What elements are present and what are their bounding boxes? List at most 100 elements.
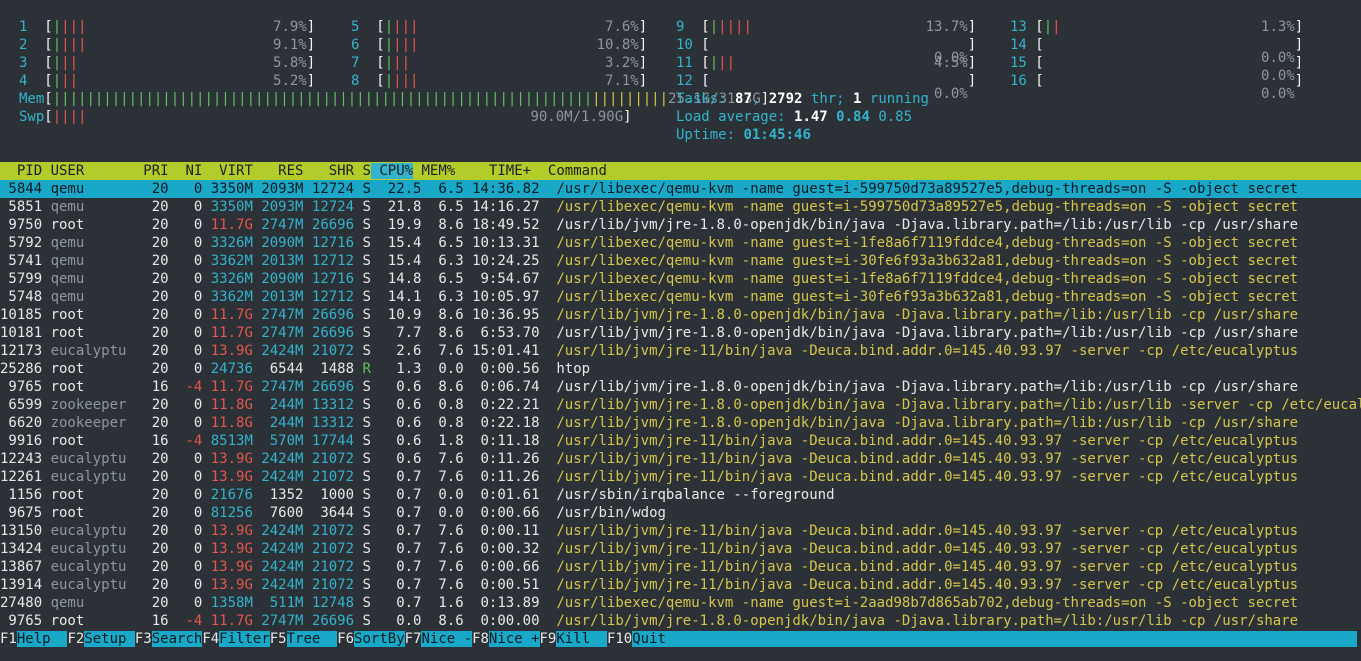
process-row[interactable]: 12243 eucalyptu 20 0 13.9G 2424M 21072 S… <box>0 450 1361 468</box>
cpu-percent: 0.6 <box>370 415 422 431</box>
function-key-f7[interactable]: F7Nice - <box>405 631 473 647</box>
cpu-percent: 5.2% <box>273 73 307 89</box>
column-header-pid[interactable]: PID <box>0 163 51 179</box>
process-row[interactable]: 9750 root 20 0 11.7G 2747M 26696 S 19.9 … <box>0 216 1361 234</box>
column-header-pri[interactable]: PRI <box>126 163 168 179</box>
shr: 26696 <box>303 613 355 629</box>
res: 2747M <box>252 217 304 233</box>
column-header-shr[interactable]: SHR <box>303 163 354 179</box>
virt: 13.9G <box>202 559 253 575</box>
process-row[interactable]: 9765 root 16 -4 11.7G 2747M 26696 S 0.6 … <box>0 378 1361 396</box>
column-header-cpu-[interactable]: CPU% <box>370 163 414 179</box>
fkey-label-help[interactable]: Help <box>16 631 68 647</box>
column-header-time-[interactable]: TIME+ <box>455 163 531 179</box>
fkey-label-nice[interactable]: Nice - <box>421 631 473 647</box>
process-row[interactable]: 5748 qemu 20 0 3362M 2013M 12712 S 14.1 … <box>0 288 1361 306</box>
bar-red: ||| <box>61 37 87 53</box>
mem-percent: 7.6 <box>421 577 464 593</box>
bar-red: || <box>61 73 79 89</box>
fkey-label-tree[interactable]: Tree <box>286 631 338 647</box>
priority: 20 <box>126 235 169 251</box>
bracket: ] <box>967 19 977 35</box>
process-row[interactable]: 5851 qemu 20 0 3350M 2093M 12724 S 21.8 … <box>0 198 1361 216</box>
function-key-f10[interactable]: F10Quit <box>607 631 1358 647</box>
cpu-id: 10 <box>676 37 702 53</box>
column-header-res[interactable]: RES <box>253 163 303 179</box>
process-row[interactable]: 6599 zookeeper 20 0 11.8G 244M 13312 S 0… <box>0 396 1361 414</box>
fkey-label-nice[interactable]: Nice + <box>488 631 540 647</box>
pid: 1156 <box>0 487 51 503</box>
process-row[interactable]: 9765 root 16 -4 11.7G 2747M 26696 S 0.0 … <box>0 612 1361 630</box>
pid: 12173 <box>0 343 51 359</box>
cpu-percent: 5.8% <box>273 55 307 71</box>
bar-green: | <box>52 37 62 53</box>
mem-percent: 0.8 <box>421 415 464 431</box>
function-key-f9[interactable]: F9Kill <box>540 631 607 647</box>
cpu-percent: 0.6 <box>370 433 422 449</box>
column-header-s[interactable]: S <box>354 163 370 179</box>
column-header-virt[interactable]: VIRT <box>202 163 253 179</box>
fkey-label-setup[interactable]: Setup <box>84 631 135 647</box>
process-row[interactable]: 5844 qemu 20 0 3350M 2093M 12724 S 22.5 … <box>0 180 1361 198</box>
process-row[interactable]: 12261 eucalyptu 20 0 13.9G 2424M 21072 S… <box>0 468 1361 486</box>
res: 2424M <box>252 559 304 575</box>
cpu-percent: 0.7 <box>370 541 422 557</box>
column-header-ni[interactable]: NI <box>169 163 202 179</box>
function-key-f1[interactable]: F1Help <box>0 631 68 647</box>
time: 0:00.51 <box>463 577 540 593</box>
res: 2747M <box>252 307 304 323</box>
process-row[interactable]: 1156 root 20 0 21676 1352 1000 S 0.7 0.0… <box>0 486 1361 504</box>
fkey-label-quit[interactable]: Quit <box>632 631 1358 647</box>
process-row[interactable]: 13150 eucalyptu 20 0 13.9G 2424M 21072 S… <box>0 522 1361 540</box>
function-key-f3[interactable]: F3Search <box>135 631 203 647</box>
time: 14:16.27 <box>463 199 540 215</box>
process-row[interactable]: 13914 eucalyptu 20 0 13.9G 2424M 21072 S… <box>0 576 1361 594</box>
fkey-label-search[interactable]: Search <box>151 631 203 647</box>
priority: 16 <box>126 613 169 629</box>
fkey-label-kill[interactable]: Kill <box>556 631 607 647</box>
command: /usr/libexec/qemu-kvm -name guest=i-30fe… <box>539 253 1299 269</box>
process-row[interactable]: 27480 qemu 20 0 1358M 511M 12748 S 0.7 1… <box>0 594 1361 612</box>
user: qemu <box>50 253 127 269</box>
state: S <box>354 199 371 215</box>
process-row[interactable]: 10181 root 20 0 11.7G 2747M 26696 S 7.7 … <box>0 324 1361 342</box>
mem-percent: 7.6 <box>421 523 464 539</box>
function-key-f6[interactable]: F6SortBy <box>337 631 405 647</box>
process-table-header[interactable]: PID USER PRI NI VIRT RES SHR S CPU% MEM%… <box>0 162 1361 180</box>
shr: 12724 <box>303 199 355 215</box>
column-header-user[interactable]: USER <box>51 163 127 179</box>
command: /usr/bin/wdog <box>539 505 666 521</box>
command: /usr/lib/jvm/jre-11/bin/java -Deuca.bind… <box>539 433 1299 449</box>
column-header-command[interactable]: Command <box>531 163 607 179</box>
shr: 12716 <box>303 235 355 251</box>
pid: 5844 <box>0 181 51 197</box>
bracket: [ <box>44 37 53 53</box>
process-row[interactable]: 13424 eucalyptu 20 0 13.9G 2424M 21072 S… <box>0 540 1361 558</box>
state: S <box>354 397 371 413</box>
function-key-f2[interactable]: F2Setup <box>67 631 135 647</box>
process-row[interactable]: 5792 qemu 20 0 3326M 2090M 12716 S 15.4 … <box>0 234 1361 252</box>
process-row[interactable]: 10185 root 20 0 11.7G 2747M 26696 S 10.9… <box>0 306 1361 324</box>
process-row[interactable]: 12173 eucalyptu 20 0 13.9G 2424M 21072 S… <box>0 342 1361 360</box>
res: 2424M <box>252 343 304 359</box>
process-row[interactable]: 5799 qemu 20 0 3326M 2090M 12716 S 14.8 … <box>0 270 1361 288</box>
process-row[interactable]: 13867 eucalyptu 20 0 13.9G 2424M 21072 S… <box>0 558 1361 576</box>
process-row[interactable]: 9675 root 20 0 81256 7600 3644 S 0.7 0.0… <box>0 504 1361 522</box>
process-row[interactable]: 6620 zookeeper 20 0 11.8G 244M 13312 S 0… <box>0 414 1361 432</box>
process-row[interactable]: 25286 root 20 0 24736 6544 1488 R 1.3 0.… <box>0 360 1361 378</box>
process-row[interactable]: 5741 qemu 20 0 3362M 2013M 12712 S 15.4 … <box>0 252 1361 270</box>
process-row[interactable]: 9916 root 16 -4 8513M 570M 17744 S 0.6 1… <box>0 432 1361 450</box>
cpu-meter-3: 3 [||| 5.8%] <box>19 54 315 72</box>
cpu-percent: 0.7 <box>370 595 422 611</box>
function-key-f5[interactable]: F5Tree <box>270 631 338 647</box>
shr: 21072 <box>303 523 355 539</box>
fkey-f2: F2 <box>67 631 85 647</box>
nice: -4 <box>168 379 203 395</box>
function-key-bar: F1Help F2Setup F3SearchF4FilterF5Tree F6… <box>0 630 1361 648</box>
function-key-f8[interactable]: F8Nice + <box>472 631 540 647</box>
column-header-mem-[interactable]: MEM% <box>413 163 455 179</box>
fkey-label-sortby[interactable]: SortBy <box>354 631 405 647</box>
function-key-f4[interactable]: F4Filter <box>202 631 270 647</box>
command: /usr/lib/jvm/jre-1.8.0-openjdk/bin/java … <box>539 415 1299 431</box>
fkey-label-filter[interactable]: Filter <box>219 631 270 647</box>
